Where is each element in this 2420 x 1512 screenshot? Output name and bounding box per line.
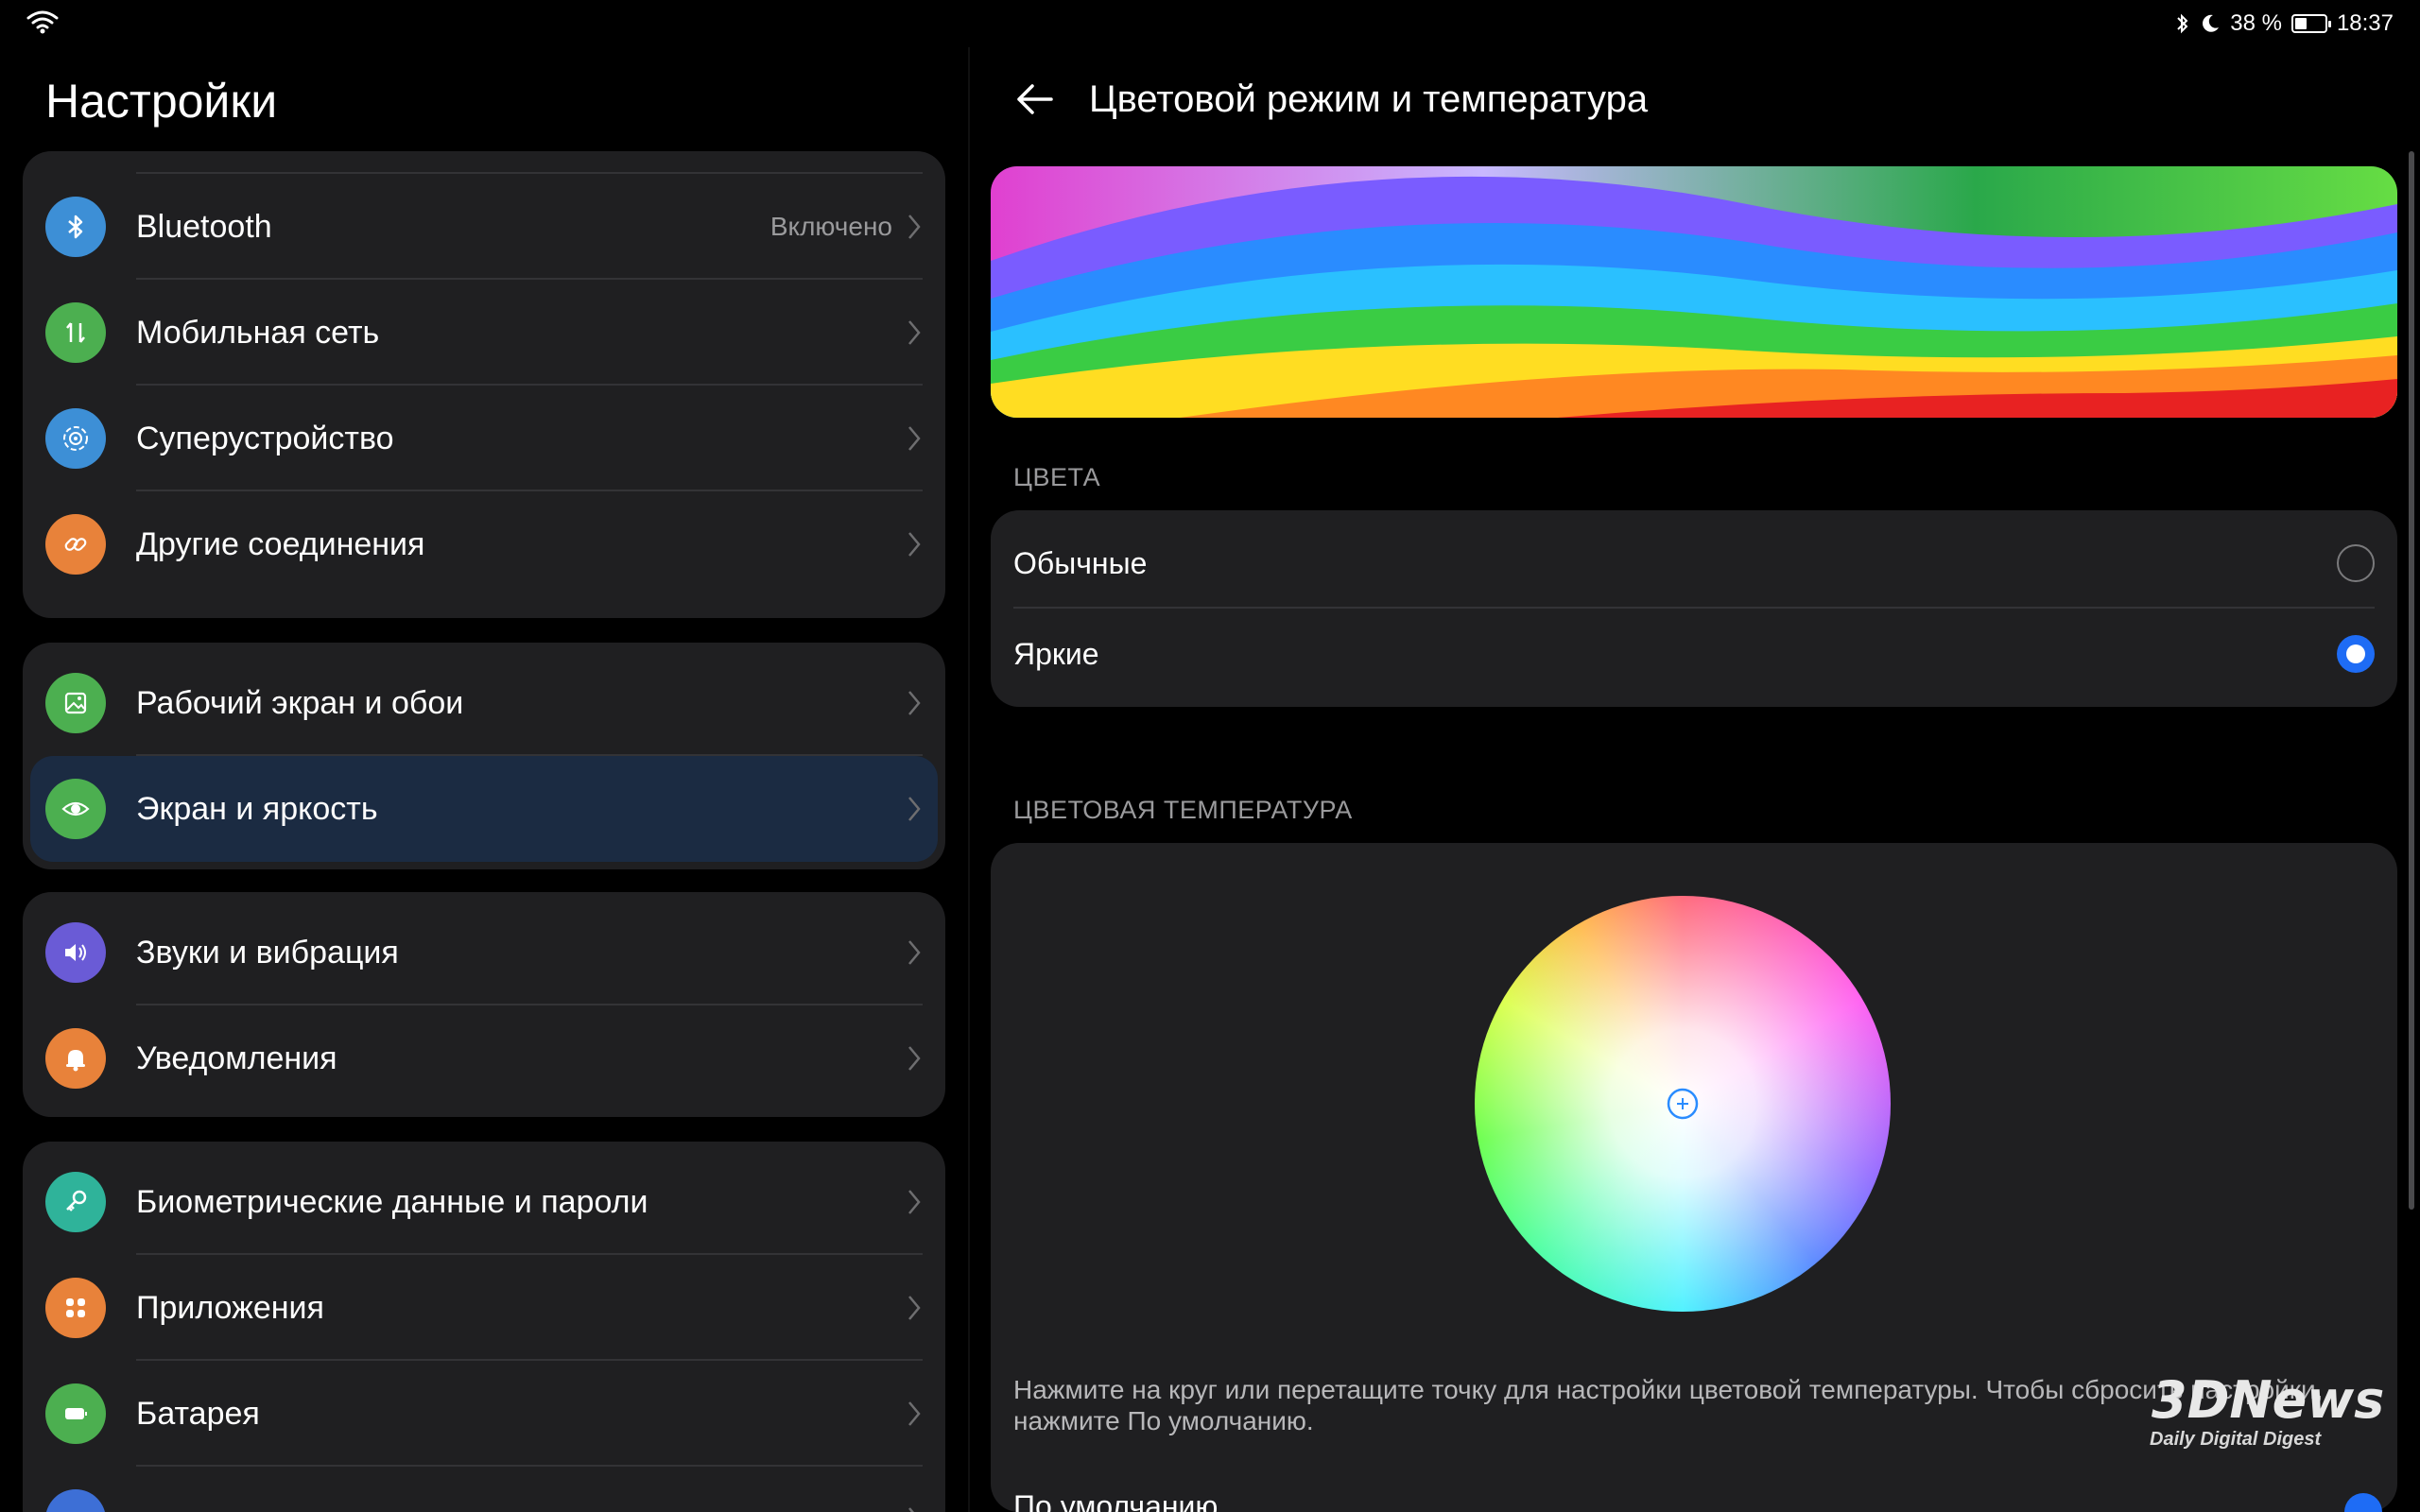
key-icon <box>45 1172 106 1232</box>
page-title: Цветовой режим и температура <box>1089 78 1649 120</box>
watermark: 3DNews Daily Digital Digest <box>2146 1370 2385 1455</box>
settings-item-label: Другие соединения <box>136 526 425 562</box>
color-options-card: Обычные Яркие <box>991 510 2397 707</box>
wheel-point-handle[interactable] <box>1666 1087 1700 1121</box>
bluetooth-status-value: Включено <box>769 212 892 241</box>
radio-vivid[interactable] <box>2337 635 2375 673</box>
settings-list-pane: Настройки Bluetooth Включено Мобильная с… <box>0 47 968 1512</box>
settings-item-hidden[interactable] <box>23 151 945 174</box>
watermark-logo: 3DNews <box>2152 1370 2385 1430</box>
settings-item-next[interactable] <box>23 1467 945 1512</box>
chevron-right-icon <box>908 1046 921 1071</box>
mobile-data-icon <box>45 302 106 363</box>
settings-item-bluetooth[interactable]: Bluetooth Включено <box>23 174 945 280</box>
wifi-icon <box>26 10 59 34</box>
color-option-normal[interactable]: Обычные <box>991 518 2397 609</box>
settings-item-home-screen-wallpaper[interactable]: Рабочий экран и обои <box>23 650 945 756</box>
temperature-section-label: ЦВЕТОВАЯ ТЕМПЕРАТУРА <box>1013 796 1353 824</box>
bell-icon <box>45 1028 106 1089</box>
chevron-right-icon <box>908 1190 921 1214</box>
chevron-right-icon <box>908 797 921 821</box>
color-option-vivid[interactable]: Яркие <box>991 609 2397 699</box>
settings-item-label: Суперустройство <box>136 421 394 456</box>
clock: 18:37 <box>2336 10 2394 36</box>
settings-item-label: Bluetooth <box>136 209 272 245</box>
settings-group-connections: Bluetooth Включено Мобильная сеть Суперу… <box>23 151 945 618</box>
back-arrow-icon[interactable] <box>1011 76 1059 123</box>
default-option-label[interactable]: По умолчанию <box>1013 1489 1218 1512</box>
super-device-icon <box>45 408 106 469</box>
settings-item-display-brightness[interactable]: Экран и яркость <box>30 756 938 862</box>
color-option-label: Яркие <box>1013 637 1099 671</box>
sound-icon <box>45 922 106 983</box>
settings-item-label: Батарея <box>136 1396 260 1432</box>
chevron-right-icon <box>908 215 921 239</box>
chevron-right-icon <box>908 940 921 965</box>
chevron-right-icon <box>908 532 921 557</box>
settings-item-label: Экран и яркость <box>136 791 378 827</box>
bluetooth-icon <box>45 197 106 257</box>
settings-item-label: Уведомления <box>136 1040 337 1076</box>
settings-item-mobile-network[interactable]: Мобильная сеть <box>23 280 945 386</box>
color-temperature-wheel[interactable] <box>1475 896 1891 1312</box>
settings-item-notifications[interactable]: Уведомления <box>23 1005 945 1111</box>
status-bar: 38 % 18:37 <box>0 0 2420 47</box>
color-option-label: Обычные <box>1013 546 1148 580</box>
chevron-right-icon <box>908 691 921 715</box>
watermark-tagline: Daily Digital Digest <box>2150 1429 2322 1450</box>
settings-item-label: Биометрические данные и пароли <box>136 1184 648 1220</box>
battery-status-icon <box>2290 14 2331 33</box>
settings-group-security: Биометрические данные и пароли Приложени… <box>23 1142 945 1512</box>
scrollbar[interactable] <box>2409 151 2414 1210</box>
settings-item-label: Мобильная сеть <box>136 315 380 351</box>
chevron-right-icon <box>908 1507 914 1512</box>
wallpaper-icon <box>45 673 106 733</box>
color-preview-image <box>991 166 2397 418</box>
eye-icon <box>45 779 106 839</box>
settings-item-label: Звуки и вибрация <box>136 935 399 971</box>
partial-icon <box>45 1489 106 1512</box>
battery-percent: 38 % <box>2230 10 2282 36</box>
chevron-right-icon <box>908 320 921 345</box>
settings-group-sound: Звуки и вибрация Уведомления <box>23 892 945 1117</box>
settings-item-sounds[interactable]: Звуки и вибрация <box>23 900 945 1005</box>
settings-item-battery[interactable]: Батарея <box>23 1361 945 1467</box>
bluetooth-status-icon <box>2177 13 2188 34</box>
settings-item-apps[interactable]: Приложения <box>23 1255 945 1361</box>
settings-item-super-device[interactable]: Суперустройство <box>23 386 945 491</box>
radio-normal[interactable] <box>2337 544 2375 582</box>
settings-item-other-connections[interactable]: Другие соединения <box>23 491 945 597</box>
link-icon <box>45 514 106 575</box>
battery-icon <box>45 1383 106 1444</box>
settings-group-display: Рабочий экран и обои Экран и яркость <box>23 643 945 869</box>
do-not-disturb-moon-icon <box>2203 14 2220 32</box>
chevron-right-icon <box>908 1401 921 1426</box>
color-mode-pane: Цветовой режим и температура ЦВЕТА Обычн… <box>970 47 2420 1512</box>
settings-item-label: Приложения <box>136 1290 324 1326</box>
chevron-right-icon <box>908 1296 921 1320</box>
colors-section-label: ЦВЕТА <box>1013 463 1101 491</box>
settings-item-biometrics[interactable]: Биометрические данные и пароли <box>23 1149 945 1255</box>
apps-icon <box>45 1278 106 1338</box>
chevron-right-icon <box>908 426 921 451</box>
page-title: Настройки <box>45 75 278 128</box>
settings-item-label: Рабочий экран и обои <box>136 685 464 721</box>
